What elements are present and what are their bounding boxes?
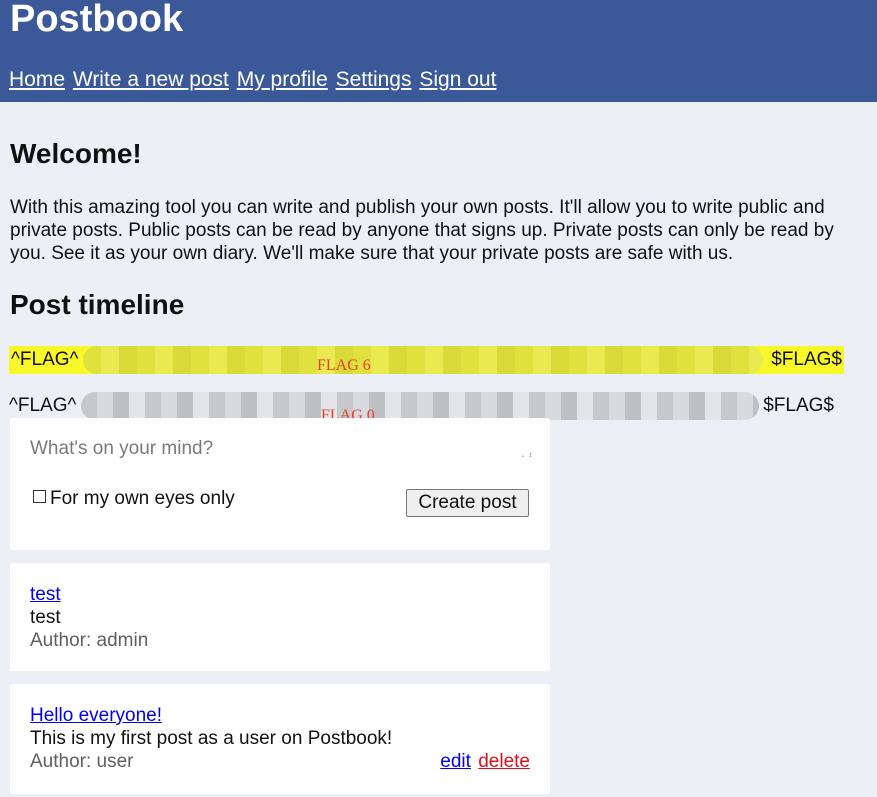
nav-sign-out-link[interactable]: Sign out xyxy=(419,68,496,91)
edit-post-link[interactable]: edit xyxy=(440,751,471,772)
post-actions: edit delete xyxy=(440,750,530,773)
nav-my-profile-link[interactable]: My profile xyxy=(237,68,328,91)
post-body: test xyxy=(30,607,61,628)
timeline-heading: Post timeline xyxy=(10,289,185,320)
delete-post-link[interactable]: delete xyxy=(478,751,530,772)
nav-home-link[interactable]: Home xyxy=(9,68,65,91)
private-post-label: For my own eyes only xyxy=(50,488,235,509)
post-card: Hello everyone! This is my first post as… xyxy=(10,684,550,794)
post-composer: ⠠⠰ For my own eyes only Create post xyxy=(10,418,550,550)
flag-end-text: $FLAG$ xyxy=(763,395,834,416)
post-title-link[interactable]: test xyxy=(30,583,61,606)
flag-line-highlighted: ^FLAG^ FLAG 6 $FLAG$ xyxy=(9,346,844,374)
flag-annotation-label: FLAG 6 xyxy=(317,357,371,374)
post-body: This is my first post as a user on Postb… xyxy=(30,728,393,749)
post-author: Author: admin xyxy=(30,630,149,651)
post-content-input[interactable] xyxy=(30,436,540,474)
flag-end-text: $FLAG$ xyxy=(771,349,842,370)
welcome-heading: Welcome! xyxy=(10,138,142,169)
flag-line: ^FLAG^ FLAG 0 $FLAG$ xyxy=(9,392,844,424)
resize-grip-icon[interactable]: ⠠⠰ xyxy=(518,451,533,461)
redaction-mask xyxy=(83,346,763,374)
private-post-checkbox[interactable]: For my own eyes only xyxy=(33,487,235,511)
site-header: Postbook Home Write a new post My profil… xyxy=(0,0,877,102)
site-logo-text: Postbook xyxy=(10,0,184,40)
main-nav: Home Write a new post My profile Setting… xyxy=(9,67,498,93)
redaction-mask xyxy=(81,392,759,420)
post-author: Author: user xyxy=(30,751,134,772)
create-post-button[interactable]: Create post xyxy=(406,489,529,517)
flag-start-text: ^FLAG^ xyxy=(11,349,79,370)
welcome-text: With this amazing tool you can write and… xyxy=(10,197,834,264)
checkbox-box[interactable] xyxy=(33,490,46,503)
nav-write-post-link[interactable]: Write a new post xyxy=(73,68,229,91)
nav-settings-link[interactable]: Settings xyxy=(336,68,412,91)
post-card: test test Author: admin xyxy=(10,563,550,671)
flag-start-text: ^FLAG^ xyxy=(9,395,77,416)
post-title-link[interactable]: Hello everyone! xyxy=(30,704,162,727)
